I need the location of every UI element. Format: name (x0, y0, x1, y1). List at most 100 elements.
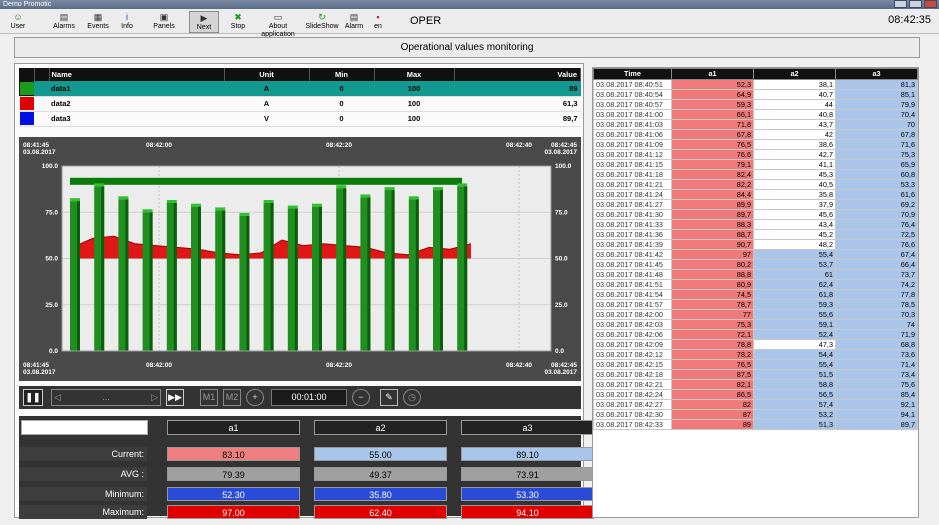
bar-top (433, 187, 443, 191)
toolbar-button-alarms[interactable]: ▤ Alarms (49, 11, 79, 33)
legend-header-swatch (19, 68, 35, 81)
history-row[interactable]: 03.08.2017 08:42:33 89 51,3 89,7 (593, 419, 918, 430)
legend-row-data1[interactable]: data1 A 0 100 89 (19, 81, 581, 97)
history-time: 03.08.2017 08:42:27 (593, 399, 672, 410)
history-row[interactable]: 03.08.2017 08:41:30 89,7 45,6 70,9 (593, 209, 918, 220)
marker-2-button[interactable]: M2 (223, 389, 241, 406)
history-time: 03.08.2017 08:41:45 (593, 259, 672, 270)
zoom-in-button[interactable]: + (246, 389, 264, 406)
bar-top (239, 212, 250, 216)
color-swatch (19, 97, 34, 110)
legend-row-data2[interactable]: data2 A 0 100 61,3 (19, 96, 581, 112)
history-row[interactable]: 03.08.2017 08:42:30 87 53,2 94,1 (593, 409, 918, 420)
history-row[interactable]: 03.08.2017 08:40:57 59,3 44 79,9 (593, 99, 918, 110)
legend-header-unit: Unit (224, 68, 310, 81)
stats-label-minimum: Minimum: (19, 487, 147, 501)
toolbar-button-user[interactable]: ☺ User (4, 11, 32, 33)
scroll-bar[interactable]: ◁ ... ▷ (51, 389, 161, 406)
bar-data1 (336, 185, 347, 351)
trend-chart[interactable]: 100.0 100.0 75.0 75.0 50.0 50.0 25.0 25.0 0.0 0.0… (19, 137, 581, 381)
history-a3: 78,5 (835, 299, 918, 310)
stats-avg-a3: 73.91 (461, 467, 594, 481)
history-row[interactable]: 03.08.2017 08:41:33 88,3 43,4 76,4 (593, 219, 918, 230)
toolbar-button-en[interactable]: ▪ en (370, 11, 386, 33)
history-row[interactable]: 03.08.2017 08:41:21 82,2 40,5 53,3 (593, 179, 918, 190)
close-button[interactable] (924, 0, 937, 8)
toolbar-button-next[interactable]: ▶ Next (189, 11, 219, 33)
history-time: 03.08.2017 08:41:39 (593, 239, 672, 250)
toolbar-button-label: About application (261, 23, 295, 38)
history-a1: 75,3 (671, 319, 754, 330)
legend-row-data3[interactable]: data3 V 0 100 89,7 (19, 111, 581, 127)
history-a2: 48,2 (753, 239, 836, 250)
toolbar-button-events[interactable]: ▦ Events (83, 11, 113, 33)
bar-top (191, 203, 201, 207)
minimize-button[interactable] (894, 0, 907, 8)
history-row[interactable]: 03.08.2017 08:41:57 78,7 59,3 78,5 (593, 299, 918, 310)
history-row[interactable]: 03.08.2017 08:41:09 76,5 38,6 71,6 (593, 139, 918, 150)
toolbar-button-label: SlideShow (305, 23, 339, 30)
alarms-icon: ▤ (59, 12, 69, 22)
history-row[interactable]: 03.08.2017 08:41:51 80,9 62,4 74,2 (593, 279, 918, 290)
history-row[interactable]: 03.08.2017 08:41:03 71,8 43,7 70 (593, 119, 918, 130)
toolbar-button-info[interactable]: i Info (117, 11, 137, 33)
settings-button[interactable]: ✎ (380, 389, 398, 406)
history-a3: 71,6 (835, 139, 918, 150)
history-a3: 73,6 (835, 349, 918, 360)
history-a1: 59,3 (671, 99, 754, 110)
toolbar-button-stop[interactable]: ✖ Stop (227, 11, 249, 33)
history-row[interactable]: 03.08.2017 08:42:15 76,5 55,4 71,4 (593, 359, 918, 370)
history-row[interactable]: 03.08.2017 08:41:42 97 55,4 67,4 (593, 249, 918, 260)
history-row[interactable]: 03.08.2017 08:41:15 79,1 41,1 65,9 (593, 159, 918, 170)
y-tick-right: 0.0 (555, 348, 564, 355)
history-row[interactable]: 03.08.2017 08:40:51 52,3 38,1 81,3 (593, 79, 918, 90)
history-row[interactable]: 03.08.2017 08:41:45 80,2 53,7 66,4 (593, 259, 918, 270)
maximize-button[interactable] (909, 0, 922, 8)
history-row[interactable]: 03.08.2017 08:42:09 78,8 47,3 68,8 (593, 339, 918, 350)
history-time: 03.08.2017 08:42:03 (593, 319, 672, 330)
history-row[interactable]: 03.08.2017 08:41:48 88,8 61 73,7 (593, 269, 918, 280)
pause-button[interactable]: ❚❚ (23, 389, 43, 406)
history-row[interactable]: 03.08.2017 08:41:18 82,4 45,3 60,8 (593, 169, 918, 180)
toolbar-button-slideshow[interactable]: ↻ SlideShow (304, 11, 340, 33)
history-row[interactable]: 03.08.2017 08:42:03 75,3 59,1 74 (593, 319, 918, 330)
y-tick-left: 0.0 (49, 348, 58, 355)
history-row[interactable]: 03.08.2017 08:42:00 77 55,6 70,3 (593, 309, 918, 320)
go-to-end-button[interactable]: ▶▶ (166, 389, 184, 406)
history-row[interactable]: 03.08.2017 08:42:06 72,1 52,4 71,9 (593, 329, 918, 340)
zoom-out-button[interactable]: − (352, 389, 370, 406)
legend-header-min: Min (309, 68, 375, 81)
history-time: 03.08.2017 08:42:06 (593, 329, 672, 340)
history-row[interactable]: 03.08.2017 08:42:27 82 57,4 92,1 (593, 399, 918, 410)
x-tick-time: 08:42:20 (326, 142, 352, 149)
toolbar-button-alarm[interactable]: ▤ Alarm (343, 11, 365, 33)
history-a3: 73,4 (835, 369, 918, 380)
marker-1-button[interactable]: M1 (200, 389, 218, 406)
history-row[interactable]: 03.08.2017 08:41:27 89,9 37,9 69,2 (593, 199, 918, 210)
history-row[interactable]: 03.08.2017 08:42:18 87,5 51,5 73,4 (593, 369, 918, 380)
scroll-left-icon: ◁ (54, 392, 61, 402)
time-window-field[interactable]: 00:01:00 (271, 389, 347, 406)
toolbar-button-about-application[interactable]: ▭ About application (252, 11, 304, 38)
history-row[interactable]: 03.08.2017 08:41:39 90,7 48,2 76,6 (593, 239, 918, 250)
history-row[interactable]: 03.08.2017 08:41:36 88,7 45,2 72,5 (593, 229, 918, 240)
history-time: 03.08.2017 08:42:33 (593, 419, 672, 430)
history-row[interactable]: 03.08.2017 08:42:12 78,2 54,4 73,6 (593, 349, 918, 360)
history-row[interactable]: 03.08.2017 08:41:12 76,6 42,7 75,3 (593, 149, 918, 160)
history-row[interactable]: 03.08.2017 08:41:54 74,5 61,8 77,8 (593, 289, 918, 300)
history-row[interactable]: 03.08.2017 08:41:06 67,8 42 67,8 (593, 129, 918, 140)
history-button[interactable]: ◷ (403, 389, 421, 406)
history-a2: 47,3 (753, 339, 836, 350)
history-row[interactable]: 03.08.2017 08:42:24 86,5 56,5 85,4 (593, 389, 918, 400)
y-tick-left: 50.0 (45, 256, 58, 263)
history-row[interactable]: 03.08.2017 08:40:54 64,9 40,7 85,1 (593, 89, 918, 100)
bar-top (312, 203, 322, 207)
history-row[interactable]: 03.08.2017 08:42:21 82,1 58,8 75,6 (593, 379, 918, 390)
toolbar-button-panels[interactable]: ▣ Panels (149, 11, 179, 33)
history-row[interactable]: 03.08.2017 08:41:00 66,1 40,8 70,4 (593, 109, 918, 120)
history-a2: 44 (753, 99, 836, 110)
history-time: 03.08.2017 08:41:33 (593, 219, 672, 230)
history-row[interactable]: 03.08.2017 08:41:24 84,4 35,8 61,6 (593, 189, 918, 200)
stats-minimum-a3: 53.30 (461, 487, 594, 501)
legend-swatch (19, 81, 34, 97)
